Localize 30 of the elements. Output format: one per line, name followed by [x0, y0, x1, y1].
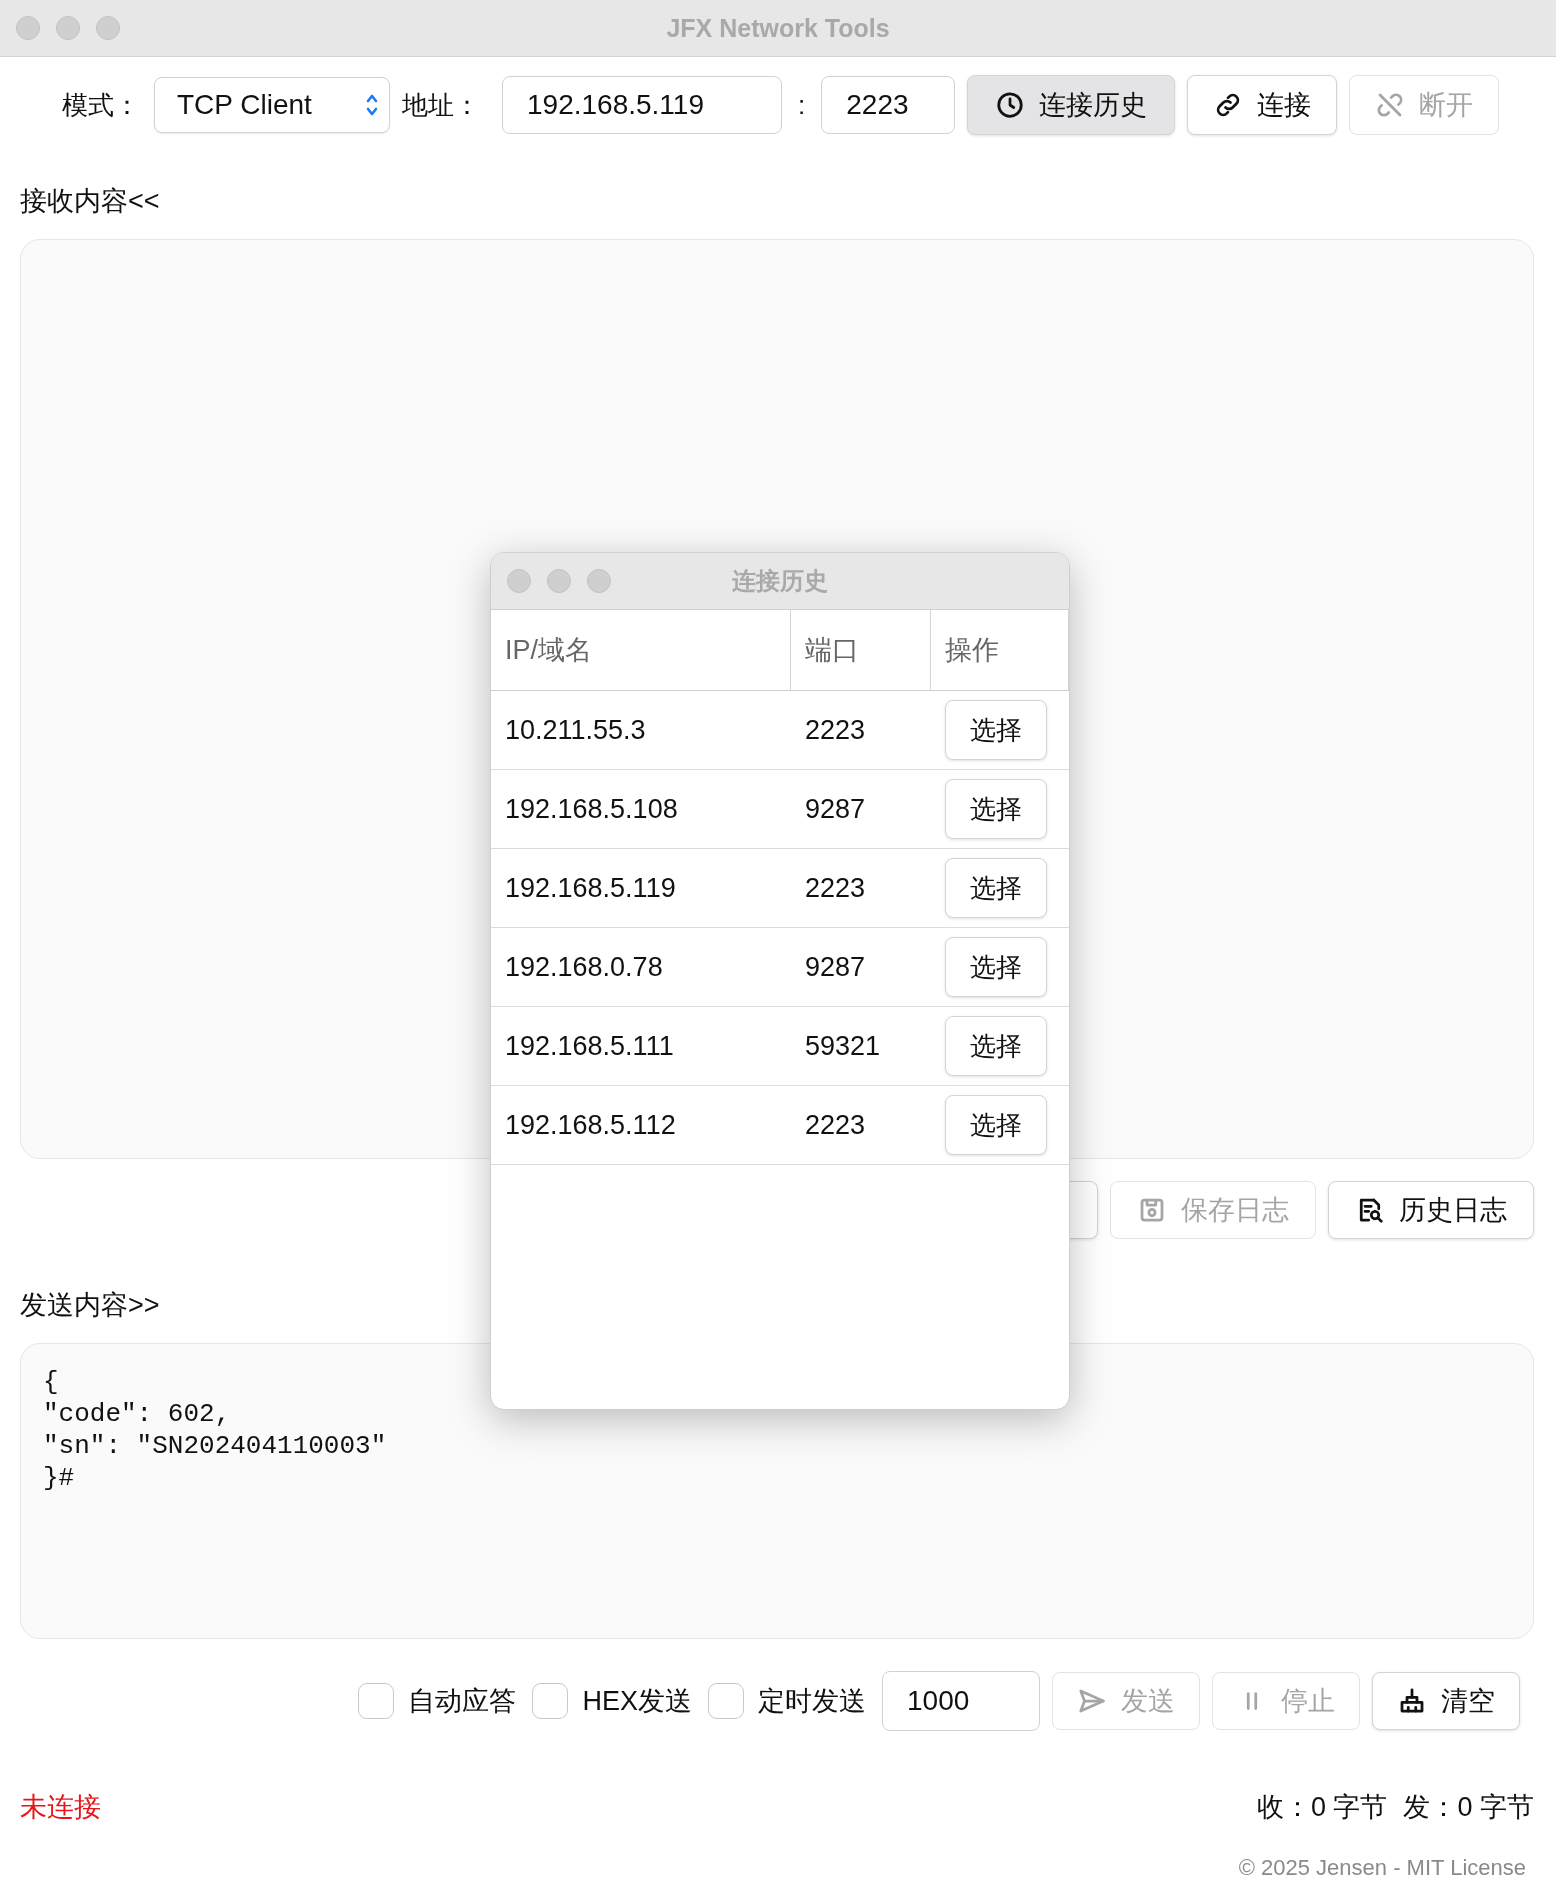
checkbox-label: 定时发送: [758, 1685, 866, 1718]
column-header: 端口: [791, 610, 931, 690]
section-label: 接收内容<<: [20, 185, 161, 218]
connection-status: 未连接: [20, 1791, 101, 1824]
port-separator: :: [798, 89, 806, 121]
table-cell-text: 9287: [804, 951, 867, 983]
table-cell-text: 59321: [804, 1030, 882, 1062]
sent-count: 发：0 字节: [1403, 1791, 1534, 1824]
table-cell-text: 192.168.5.111: [504, 1030, 675, 1062]
window-title: JFX Network Tools: [666, 13, 890, 43]
checkbox-label: HEX发送: [582, 1685, 692, 1718]
column-header: 操作: [931, 610, 1069, 690]
received-count: 收：0 字节: [1256, 1791, 1388, 1824]
table-cell-text: 2223: [804, 872, 867, 904]
table-cell-text: 192.168.0.78: [504, 951, 664, 983]
send-text: { "code": 602, "sn": "SN202404110003" }#: [43, 1366, 388, 1494]
table-cell-text: 192.168.5.112: [504, 1109, 677, 1141]
copyright-text: © 2025 Jensen - MIT License: [1237, 1855, 1527, 1881]
dialog-title: 连接历史: [732, 566, 828, 596]
table-cell-text: 10.211.55.3: [504, 714, 647, 746]
table-cell-text: 192.168.5.108: [504, 793, 679, 825]
address-label: 地址：: [402, 88, 480, 122]
checkbox-label: 自动应答: [408, 1685, 517, 1718]
table-cell-text: 2223: [804, 714, 867, 746]
table-cell-text: 2223: [804, 1109, 867, 1141]
column-header: IP/域名: [491, 610, 791, 690]
section-label: 发送内容>>: [20, 1289, 161, 1322]
table-cell-text: 192.168.5.119: [504, 872, 677, 904]
table-cell-text: 9287: [804, 793, 867, 825]
mode-label: 模式：: [62, 88, 140, 122]
